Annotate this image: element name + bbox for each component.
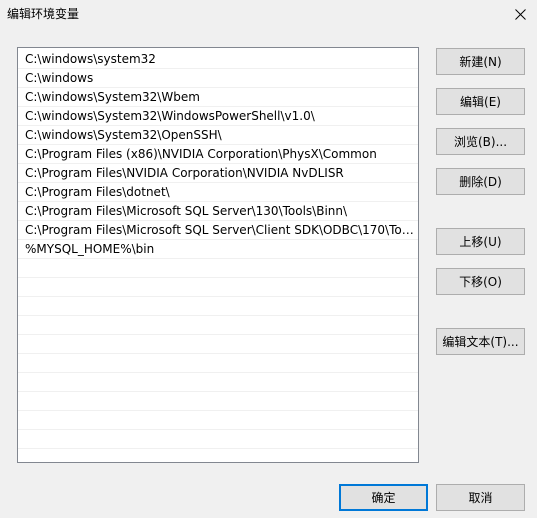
edit-environment-variable-dialog: 编辑环境变量 C:\windows\system32 C:\windows C:\w…: [0, 0, 537, 518]
browse-button[interactable]: 浏览(B)...: [436, 128, 525, 155]
title-bar: 编辑环境变量: [0, 0, 537, 28]
move-up-button[interactable]: 上移(U): [436, 228, 525, 255]
cancel-button[interactable]: 取消: [436, 484, 525, 511]
delete-button[interactable]: 删除(D): [436, 168, 525, 195]
list-item[interactable]: C:\windows\System32\WindowsPowerShell\v1…: [18, 107, 418, 126]
list-item[interactable]: C:\windows: [18, 69, 418, 88]
list-item[interactable]: [18, 335, 418, 354]
path-list[interactable]: C:\windows\system32 C:\windows C:\windows\…: [17, 47, 419, 463]
list-item[interactable]: C:\windows\System32\Wbem: [18, 88, 418, 107]
list-item[interactable]: [18, 449, 418, 462]
close-button[interactable]: [503, 0, 537, 28]
list-item[interactable]: [18, 392, 418, 411]
list-item[interactable]: [18, 278, 418, 297]
new-button[interactable]: 新建(N): [436, 48, 525, 75]
list-item[interactable]: C:\Program Files\NVIDIA Corporation\NVID…: [18, 164, 418, 183]
list-item[interactable]: C:\windows\System32\OpenSSH\: [18, 126, 418, 145]
list-item[interactable]: C:\windows\system32: [18, 50, 418, 69]
edit-text-button[interactable]: 编辑文本(T)...: [436, 328, 525, 355]
list-item[interactable]: C:\Program Files\Microsoft SQL Server\Cl…: [18, 221, 418, 240]
list-item[interactable]: [18, 373, 418, 392]
move-down-button[interactable]: 下移(O): [436, 268, 525, 295]
edit-button[interactable]: 编辑(E): [436, 88, 525, 115]
list-item[interactable]: [18, 411, 418, 430]
list-item[interactable]: [18, 316, 418, 335]
list-item[interactable]: C:\Program Files\Microsoft SQL Server\13…: [18, 202, 418, 221]
list-item[interactable]: C:\Program Files\dotnet\: [18, 183, 418, 202]
list-item[interactable]: [18, 259, 418, 278]
ok-button[interactable]: 确定: [339, 484, 428, 511]
list-item[interactable]: [18, 354, 418, 373]
list-item[interactable]: [18, 430, 418, 449]
list-item[interactable]: [18, 297, 418, 316]
window-title: 编辑环境变量: [7, 7, 80, 21]
list-item[interactable]: C:\Program Files (x86)\NVIDIA Corporatio…: [18, 145, 418, 164]
list-item[interactable]: %MYSQL_HOME%\bin: [18, 240, 418, 259]
close-icon: [514, 8, 526, 20]
